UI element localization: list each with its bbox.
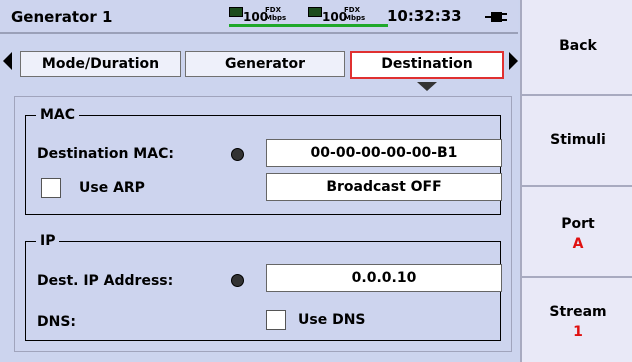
stimuli-label: Stimuli: [550, 132, 606, 148]
stimuli-button[interactable]: Stimuli: [520, 96, 632, 185]
port-value: A: [572, 236, 584, 252]
window-title: Generator 1: [11, 8, 113, 26]
port-1-duplex-top: FDX: [265, 6, 281, 14]
port-button[interactable]: Port A: [520, 187, 632, 276]
use-dns-label: Use DNS: [298, 312, 366, 328]
stream-label: Stream: [549, 304, 607, 320]
tab-scroll-left-icon[interactable]: [3, 52, 12, 70]
clock: 10:32:33: [387, 7, 462, 25]
knob-icon[interactable]: [231, 274, 244, 287]
port-label: Port: [561, 216, 595, 232]
back-button[interactable]: Back: [520, 0, 632, 94]
mac-group-label: MAC: [36, 107, 80, 123]
selected-tab-indicator-icon: [417, 82, 437, 91]
broadcast-field[interactable]: Broadcast OFF: [266, 173, 502, 201]
tab-generator[interactable]: Generator: [185, 51, 345, 77]
use-arp-checkbox[interactable]: [41, 178, 61, 198]
stream-value: 1: [573, 324, 583, 340]
use-dns-checkbox[interactable]: [266, 310, 286, 330]
port-1-duplex: FDX Mbps: [265, 6, 286, 22]
dns-label: DNS:: [37, 314, 77, 330]
knob-icon[interactable]: [231, 148, 244, 161]
dest-ip-address-label: Dest. IP Address:: [37, 273, 174, 289]
port-1-activity-bar: [229, 24, 309, 27]
port-2-activity-bar: [308, 24, 388, 27]
use-arp-label: Use ARP: [79, 180, 145, 196]
ip-group: IP Dest. IP Address: 0.0.0.10 DNS: Use D…: [25, 233, 502, 341]
mac-group: MAC Destination MAC: 00-00-00-00-00-B1 U…: [25, 107, 502, 215]
destination-mac-field[interactable]: 00-00-00-00-00-B1: [266, 139, 502, 167]
back-label: Back: [559, 38, 597, 54]
port-2-duplex: FDX Mbps: [344, 6, 365, 22]
title-bar: Generator 1 100 FDX Mbps 100 FDX Mbps 10…: [0, 0, 518, 34]
port-1-link-icon: [229, 7, 243, 17]
main-area: Generator 1 100 FDX Mbps 100 FDX Mbps 10…: [0, 0, 520, 362]
tab-scroll-right-icon[interactable]: [509, 52, 518, 70]
port-1-duplex-bottom: Mbps: [265, 14, 287, 22]
port-2-duplex-top: FDX: [344, 6, 360, 14]
tab-destination[interactable]: Destination: [350, 51, 504, 79]
destination-panel: MAC Destination MAC: 00-00-00-00-00-B1 U…: [14, 96, 512, 352]
port-2-duplex-bottom: Mbps: [344, 14, 366, 22]
power-plug-icon: [485, 12, 507, 22]
stream-button[interactable]: Stream 1: [520, 278, 632, 362]
ip-group-label: IP: [36, 233, 60, 249]
port-2-link-icon: [308, 7, 322, 17]
dest-ip-address-field[interactable]: 0.0.0.10: [266, 264, 502, 292]
destination-mac-label: Destination MAC:: [37, 146, 174, 162]
tab-mode-duration[interactable]: Mode/Duration: [20, 51, 181, 77]
tab-row: Mode/Duration Generator Destination: [0, 38, 518, 91]
